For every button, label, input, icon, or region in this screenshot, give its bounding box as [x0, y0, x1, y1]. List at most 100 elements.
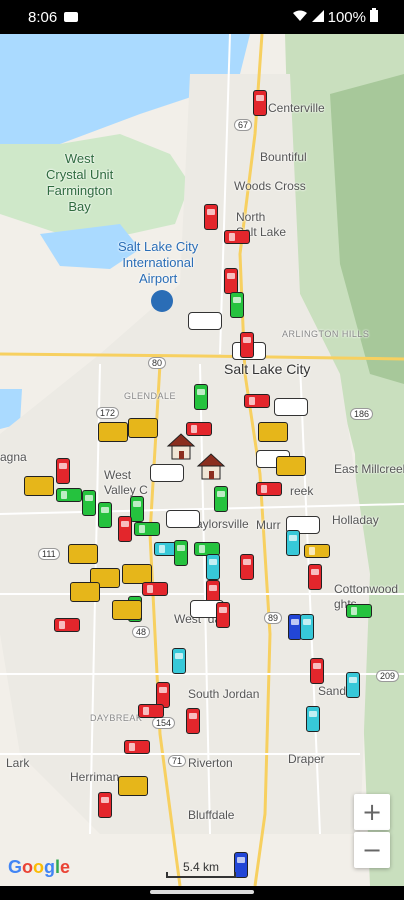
route-shield-48: 48 [132, 626, 151, 638]
vehicle-marker-red[interactable] [98, 792, 112, 818]
depot-house-icon[interactable] [196, 452, 226, 480]
vehicle-marker-yellow[interactable] [304, 544, 330, 558]
nav-bar [0, 886, 404, 900]
vehicle-marker-red[interactable] [240, 332, 254, 358]
vehicle-marker-red[interactable] [256, 482, 282, 496]
dump-truck-marker[interactable] [276, 456, 306, 476]
vehicle-marker-green[interactable] [56, 488, 82, 502]
status-bar: 8:06 100% [0, 0, 404, 34]
vehicle-marker-cyan[interactable] [172, 648, 186, 674]
google-logo-letter: g [44, 857, 56, 877]
vehicle-marker-green[interactable] [214, 486, 228, 512]
route-shield-89: 89 [264, 612, 283, 624]
vehicle-marker-green[interactable] [174, 540, 188, 566]
place-bountiful: Bountiful [260, 150, 307, 164]
vehicle-marker-red[interactable] [244, 394, 270, 408]
scale-bar [166, 872, 236, 878]
place-herriman: Herriman [70, 770, 120, 784]
airport-icon [151, 290, 173, 312]
place-salt-lake-city: Salt Lake City [224, 361, 311, 377]
depot-house-icon[interactable] [166, 432, 196, 460]
van-marker[interactable] [274, 398, 308, 416]
dump-truck-marker[interactable] [98, 422, 128, 442]
vehicle-marker-cyan[interactable] [286, 530, 300, 556]
vehicle-marker-red[interactable] [56, 458, 70, 484]
route-shield-71: 71 [168, 755, 187, 767]
place-murray: Murr [256, 518, 281, 532]
vehicle-marker-red[interactable] [54, 618, 80, 632]
dump-truck-marker[interactable] [112, 600, 142, 620]
vehicle-marker-red[interactable] [240, 554, 254, 580]
vehicle-marker-green[interactable] [194, 384, 208, 410]
van-marker[interactable] [188, 312, 222, 330]
van-marker[interactable] [166, 510, 200, 528]
google-logo: Google [8, 857, 70, 878]
vehicle-marker-red[interactable] [186, 708, 200, 734]
dump-truck-marker[interactable] [24, 476, 54, 496]
vehicle-marker-red[interactable] [204, 204, 218, 230]
google-logo-letter: o [22, 857, 34, 877]
message-icon [64, 12, 78, 22]
vehicle-marker-red[interactable] [308, 564, 322, 590]
vehicle-marker-blue[interactable] [234, 852, 248, 878]
google-logo-letter: e [60, 857, 71, 877]
home-gesture-pill[interactable] [150, 890, 254, 894]
vehicle-marker-cyan[interactable] [306, 706, 320, 732]
route-shield-154: 154 [152, 717, 176, 729]
vehicle-marker-green[interactable] [230, 292, 244, 318]
vehicle-marker-red[interactable] [310, 658, 324, 684]
map-view[interactable]: Centerville Bountiful Woods Cross North … [0, 34, 404, 886]
vehicle-marker-red[interactable] [124, 740, 150, 754]
vehicle-marker-green[interactable] [346, 604, 372, 618]
place-centerville: Centerville [268, 101, 325, 115]
place-holladay: Holladay [332, 513, 379, 527]
vehicle-marker-red[interactable] [138, 704, 164, 718]
vehicle-marker-cyan[interactable] [346, 672, 360, 698]
dump-truck-marker[interactable] [118, 776, 148, 796]
signal-icon [311, 9, 324, 26]
dump-truck-marker[interactable] [70, 582, 100, 602]
vehicle-marker-red[interactable] [224, 230, 250, 244]
place-draper: Draper [288, 752, 325, 766]
vehicle-marker-red[interactable] [253, 90, 267, 116]
place-south-salt-lake: reek [290, 484, 314, 498]
map-scale: 5.4 km [166, 860, 236, 880]
van-marker[interactable] [150, 464, 184, 482]
vehicle-marker-green[interactable] [82, 490, 96, 516]
place-taylorsville: aylorsville [196, 517, 249, 531]
place-glendale: GLENDALE [124, 391, 177, 401]
place-west-valley: West Valley C [104, 468, 148, 497]
vehicle-marker-red[interactable] [142, 582, 168, 596]
place-bluffdale: Bluffdale [188, 808, 235, 822]
vehicle-marker-green[interactable] [98, 502, 112, 528]
place-daybreak: DAYBREAK [90, 713, 143, 723]
vehicle-marker-green[interactable] [134, 522, 160, 536]
vehicle-marker-red[interactable] [118, 516, 132, 542]
place-airport: Salt Lake City International Airport [118, 239, 199, 286]
vehicle-marker-red[interactable] [224, 268, 238, 294]
vehicle-marker-cyan[interactable] [300, 614, 314, 640]
place-arlington-hills: ARLINGTON HILLS [282, 329, 370, 339]
vehicle-marker-cyan[interactable] [206, 554, 220, 580]
place-east-millcreek: East Millcreek [334, 462, 404, 476]
place-west-crystal: West Crystal Unit Farmington Bay [46, 151, 114, 214]
dump-truck-marker[interactable] [128, 418, 158, 438]
route-shield-172: 172 [96, 407, 120, 419]
wifi-icon [292, 9, 308, 26]
zoom-out-button[interactable]: − [354, 832, 390, 868]
battery-label: 100% [327, 8, 366, 26]
battery-icon [370, 8, 378, 26]
dump-truck-marker[interactable] [258, 422, 288, 442]
dump-truck-marker[interactable] [68, 544, 98, 564]
zoom-in-button[interactable]: + [354, 794, 390, 830]
vehicle-marker-red[interactable] [216, 602, 230, 628]
place-south-jordan: South Jordan [188, 687, 260, 701]
google-logo-letter: o [33, 857, 45, 877]
route-shield-209: 209 [376, 670, 400, 682]
dump-truck-marker[interactable] [122, 564, 152, 584]
route-shield-80: 80 [148, 357, 167, 369]
status-time: 8:06 [28, 9, 58, 26]
place-riverton: Riverton [188, 756, 233, 770]
route-shield-186: 186 [350, 408, 374, 420]
vehicle-marker-green[interactable] [130, 496, 144, 522]
